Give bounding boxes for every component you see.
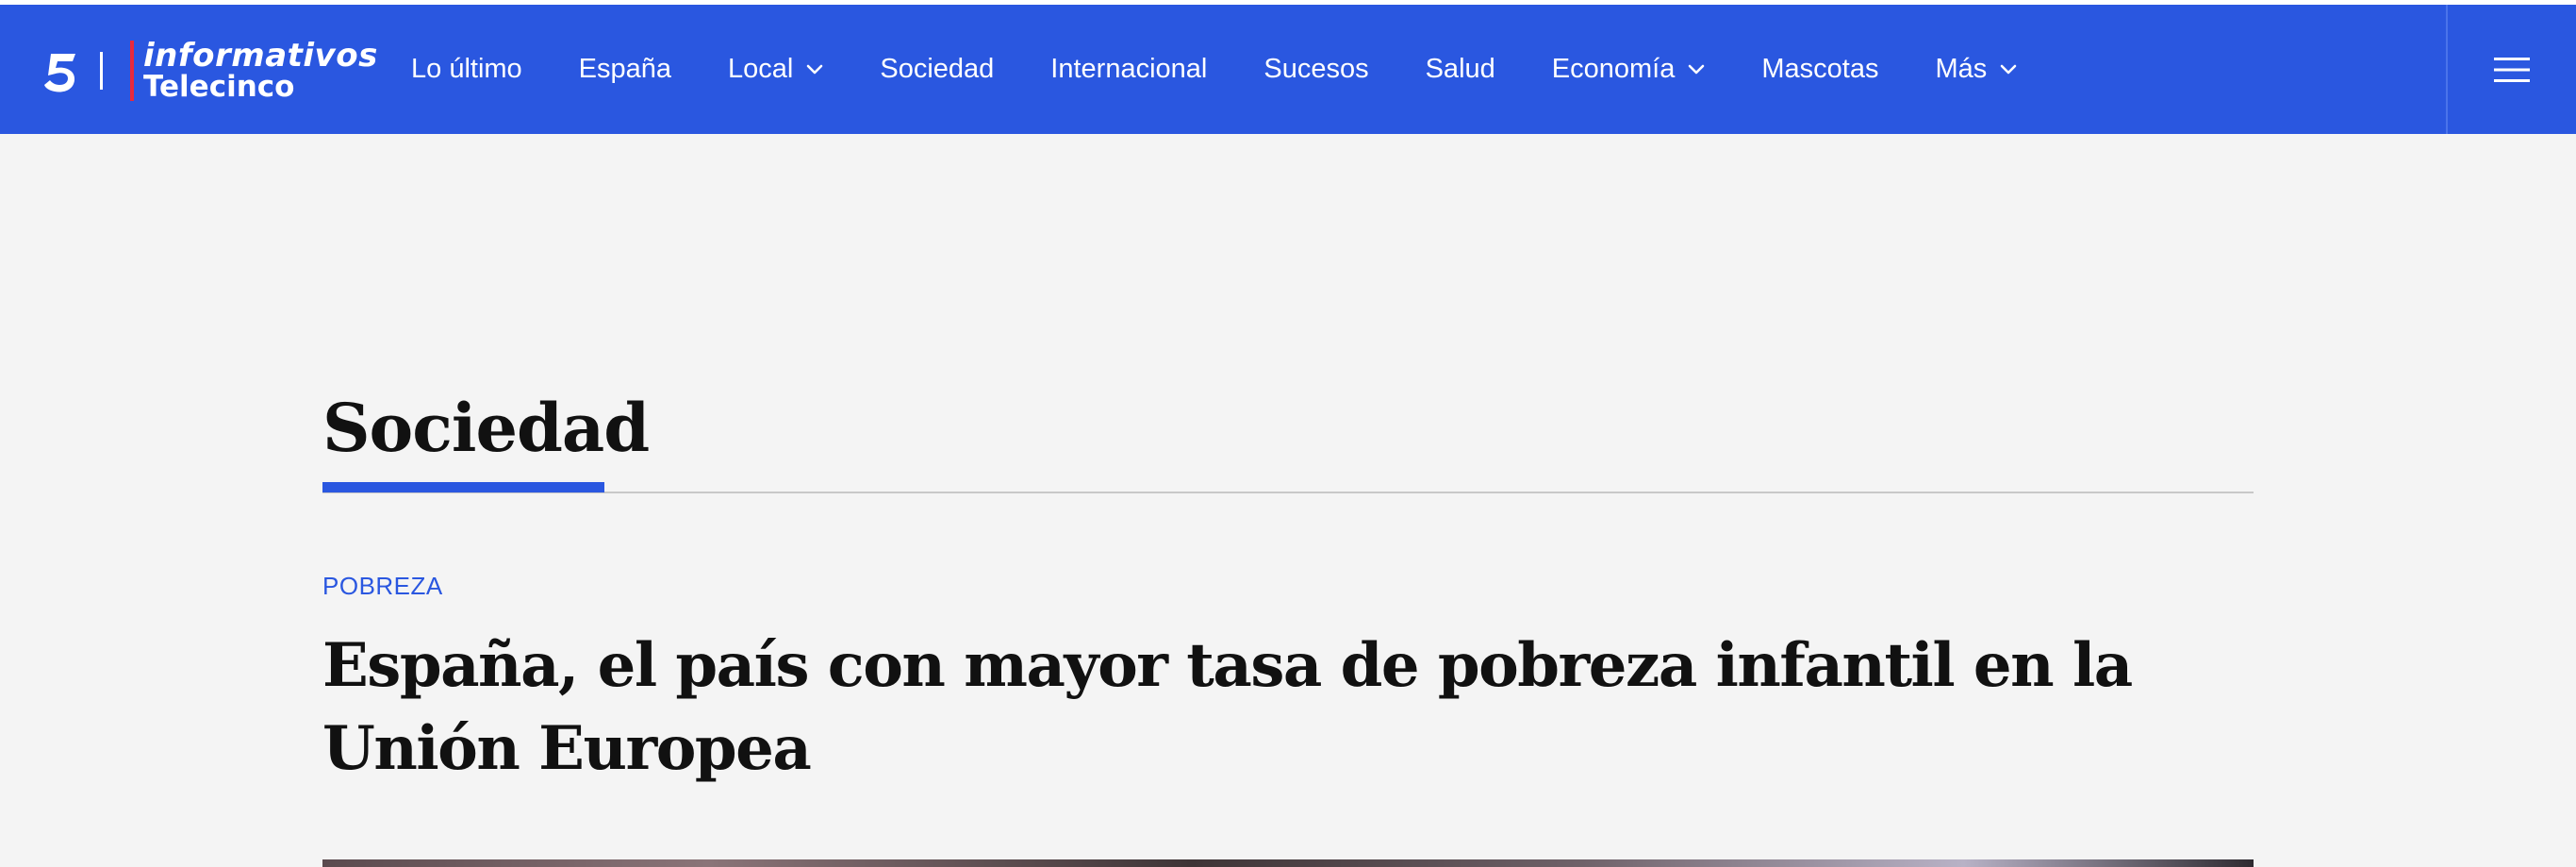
chevron-down-icon [807,64,823,74]
nav-item-lo-ultimo[interactable]: Lo último [411,54,522,85]
nav-item-label: Lo último [411,54,522,84]
nav-item-local[interactable]: Local [728,54,823,85]
section-title: Sociedad [322,389,650,467]
nav-item-label: Salud [1425,54,1495,84]
hamburger-menu-icon [2494,57,2530,82]
nav-item-mas[interactable]: Más [1935,54,2017,85]
chevron-down-icon [2000,64,2017,74]
section-title-underline [322,482,604,492]
chevron-down-icon [1689,64,1705,74]
nav-item-label: Internacional [1050,54,1208,84]
nav-item-label: Mascotas [1761,54,1879,84]
site-logo[interactable]: informativos Telecinco [43,37,377,104]
main-navbar: informativos Telecinco Lo último España … [0,5,2576,134]
nav-item-salud[interactable]: Salud [1426,54,1495,85]
nav-item-sociedad[interactable]: Sociedad [880,54,994,85]
nav-item-label: Economía [1551,54,1676,84]
nav-item-label: España [578,54,672,84]
logo-separator [100,52,103,90]
logo-red-bar [130,41,134,101]
nav-item-mascotas[interactable]: Mascotas [1761,54,1878,85]
logo-text-telecinco: Telecinco [143,70,295,104]
primary-nav: Lo último España Local Sociedad Internac… [411,5,2073,134]
article-kicker[interactable]: POBREZA [322,572,443,601]
nav-item-internacional[interactable]: Internacional [1050,54,1207,85]
telecinco-five-icon [44,54,75,92]
section-divider [322,492,2254,493]
nav-item-economia[interactable]: Economía [1552,54,1706,85]
logo-text-informativos: informativos [143,37,378,75]
nav-item-label: Local [728,54,794,84]
nav-item-label: Sucesos [1263,54,1369,84]
nav-item-label: Sociedad [880,54,995,84]
nav-item-label: Más [1935,54,1988,84]
article-image[interactable] [322,859,2254,867]
article-headline[interactable]: España, el país con mayor tasa de pobrez… [322,625,2265,791]
nav-item-sucesos[interactable]: Sucesos [1263,54,1368,85]
nav-item-espana[interactable]: España [579,54,671,85]
menu-button[interactable] [2446,5,2576,134]
